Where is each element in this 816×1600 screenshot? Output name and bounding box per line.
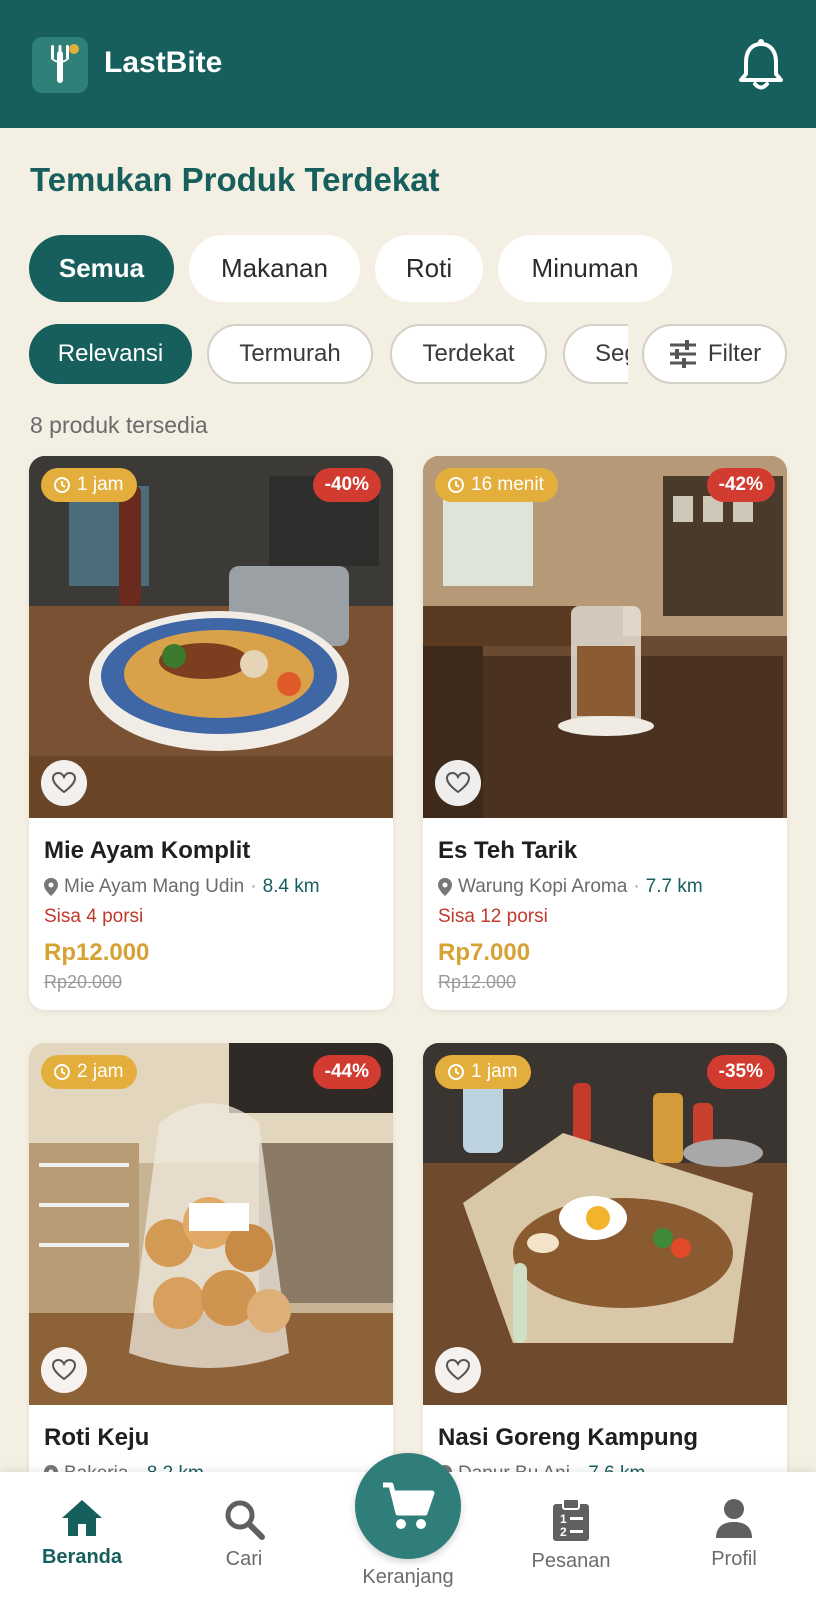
nav-cari[interactable]: Cari [174,1472,314,1600]
product-card[interactable]: 16 menit -42% Es Teh Tarik Warung Kopi A… [423,456,787,1010]
profile-icon [716,1499,752,1538]
store-name: Mie Ayam Mang Udin [64,876,245,897]
stock-text: Sisa 4 porsi [44,906,144,927]
clock-icon [448,477,464,493]
product-image: 1 jam -35% [423,1043,787,1405]
product-image: 1 jam -40% [29,456,393,818]
product-card[interactable]: 1 jam -35% Nasi Goreng Kampung Dapur Bu … [423,1043,787,1503]
product-image: 2 jam -44% [29,1043,393,1405]
sort-segera[interactable]: Segera [563,324,628,384]
logo-icon [32,37,88,93]
cart-button[interactable] [355,1453,461,1559]
favorite-heart-icon[interactable] [41,1347,87,1393]
product-card[interactable]: 2 jam -44% Roti Keju Bakeria · 8.2 km [29,1043,393,1503]
product-image: 16 menit -42% [423,456,787,818]
clock-icon [448,1064,464,1080]
favorite-heart-icon[interactable] [435,760,481,806]
sort-relevansi[interactable]: Relevansi [29,324,192,384]
distance: 8.4 km [262,876,320,897]
nav-keranjang-label: Keranjang [362,1566,454,1588]
product-name: Mie Ayam Komplit [44,837,251,864]
nav-profil[interactable]: Profil [664,1472,804,1600]
location-pin-icon [438,878,452,896]
category-chip-roti[interactable]: Roti [375,235,483,302]
search-icon [225,1500,265,1540]
favorite-heart-icon[interactable] [435,1347,481,1393]
app-title: LastBite [104,46,223,79]
app-bar: LastBite [0,0,816,128]
time-badge: 2 jam [41,1055,138,1089]
product-name: Es Teh Tarik [438,837,578,864]
store-name: Warung Kopi Aroma [458,876,628,897]
original-price: Rp20.000 [44,972,123,992]
filter-button[interactable]: Filter [642,324,787,384]
discount-badge: -40% [312,468,381,502]
orders-icon: 1 2 [553,1498,589,1541]
sort-terdekat[interactable]: Terdekat [390,324,547,384]
time-badge: 1 jam [435,1055,532,1089]
stock-text: Sisa 12 porsi [438,906,548,927]
favorite-heart-icon[interactable] [41,760,87,806]
product-location: Warung Kopi Aroma · 7.7 km [438,874,772,900]
product-name: Nasi Goreng Kampung [438,1424,699,1451]
notification-bell-icon[interactable] [736,38,786,92]
location-pin-icon [44,878,58,896]
price: Rp7.000 [438,939,531,966]
category-chip-minuman[interactable]: Minuman [498,235,672,302]
svg-text:1: 1 [560,1512,567,1526]
product-location: Mie Ayam Mang Udin · 8.4 km [44,874,378,900]
sort-options-strip[interactable]: Relevansi Termurah Terdekat Segera [0,320,628,388]
page-title: Temukan Produk Terdekat [30,161,440,198]
nav-beranda[interactable]: Beranda [12,1472,152,1600]
product-name: Roti Keju [44,1424,150,1451]
original-price: Rp12.000 [438,972,517,992]
cart-icon [383,1482,435,1529]
time-badge: 1 jam [41,468,138,502]
price: Rp12.000 [44,939,150,966]
product-count: 8 produk tersedia [30,412,208,438]
sort-termurah[interactable]: Termurah [207,324,373,384]
discount-badge: -35% [706,1055,775,1089]
time-badge: 16 menit [435,468,558,502]
discount-badge: -44% [312,1055,381,1089]
home-icon [62,1500,102,1536]
product-card[interactable]: 1 jam -40% Mie Ayam Komplit Mie Ayam Man… [29,456,393,1010]
sliders-icon [669,340,696,368]
clock-icon [54,1064,70,1080]
distance: 7.7 km [645,876,703,897]
category-chip-makanan[interactable]: Makanan [189,235,360,302]
nav-pesanan[interactable]: 1 2 Pesanan [501,1472,641,1600]
clock-icon [54,477,70,493]
svg-text:2: 2 [560,1525,567,1539]
filter-label: Filter [707,340,762,367]
category-chip-semua[interactable]: Semua [29,235,174,302]
discount-badge: -42% [706,468,775,502]
